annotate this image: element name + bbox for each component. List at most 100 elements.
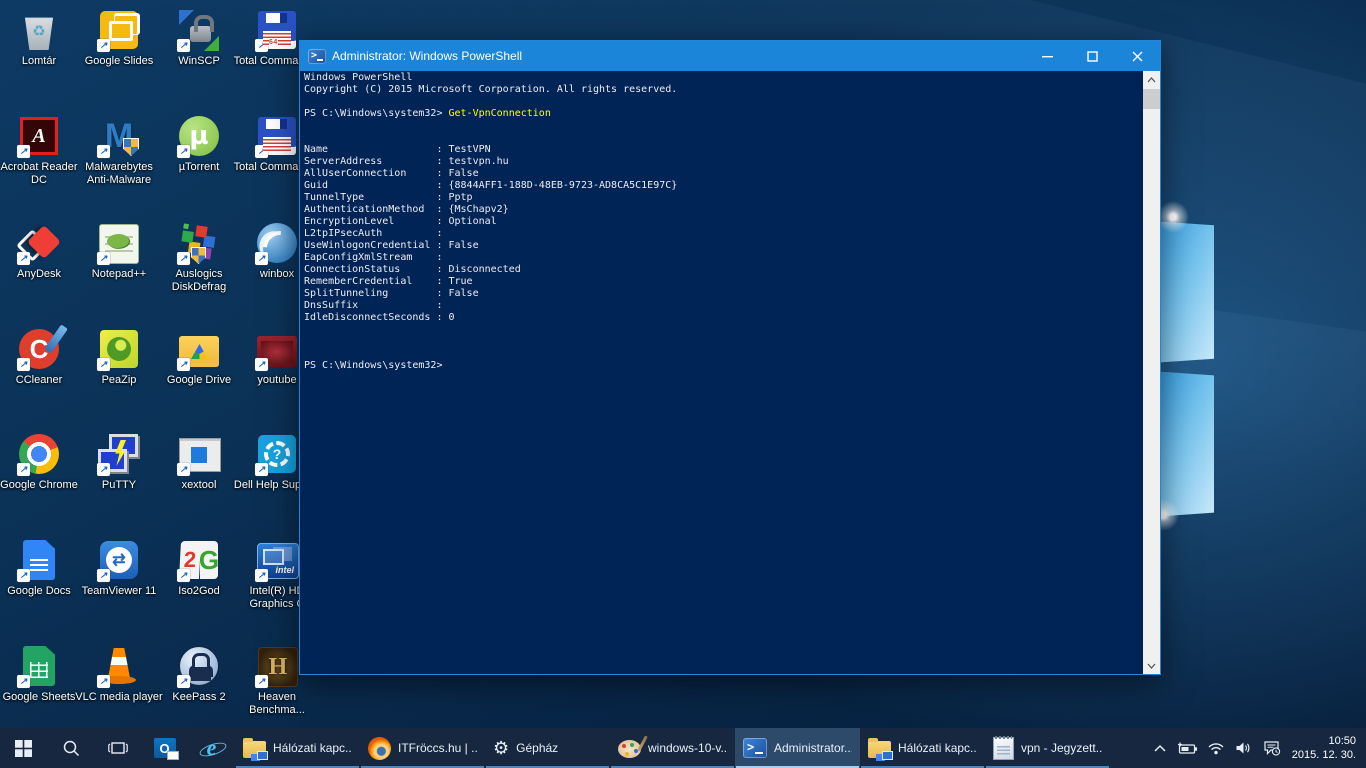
desktop-icon-keepass[interactable]: KeePass 2	[155, 644, 243, 704]
taskbar-item-network-connections-1[interactable]: Hálózati kapc...	[235, 728, 360, 768]
desktop-icon-chrome[interactable]: Google Chrome	[0, 432, 83, 492]
settings-gear-icon	[493, 739, 509, 757]
console-line: ConnectionStatus : Disconnected	[304, 264, 1143, 276]
console-output[interactable]: Windows PowerShell Copyright (C) 2015 Mi…	[300, 71, 1143, 674]
console-prompt-line: PS C:\Windows\system32> Get-VpnConnectio…	[304, 108, 1143, 120]
desktop-icon-label: Auslogics DiskDefrag	[155, 268, 243, 294]
shortcut-arrow-icon	[255, 569, 268, 582]
taskbar-item-network-connections-2[interactable]: Hálózati kapc...	[860, 728, 985, 768]
logo-glint	[1156, 200, 1190, 234]
shortcut-arrow-icon	[177, 39, 190, 52]
desktop-icon-notepadpp[interactable]: Notepad++	[75, 221, 163, 281]
desktop-icon-gslides[interactable]: Google Slides	[75, 8, 163, 68]
tray-volume-icon[interactable]	[1232, 728, 1256, 768]
scrollbar-thumb[interactable]	[1143, 89, 1160, 109]
shortcut-arrow-icon	[97, 252, 110, 265]
tray-action-center-icon[interactable]	[1260, 728, 1284, 768]
notepad-icon	[993, 737, 1014, 760]
desktop-icon-label: Heaven Benchma...	[233, 691, 321, 717]
console-line	[304, 96, 1143, 108]
outlook-pinned-button[interactable]	[141, 728, 188, 768]
desktop-icon-acrobat[interactable]: Acrobat Reader DC	[0, 114, 83, 187]
powershell-icon	[308, 49, 326, 64]
window-titlebar[interactable]: Administrator: Windows PowerShell	[300, 41, 1160, 71]
taskbar-item-firefox[interactable]: ITFröccs.hu | ...	[360, 728, 485, 768]
console-line: DnsSuffix :	[304, 300, 1143, 312]
desktop-icon-teamviewer[interactable]: TeamViewer 11	[75, 538, 163, 598]
desktop-icon-label: VLC media player	[75, 691, 163, 704]
shortcut-arrow-icon	[177, 252, 190, 265]
desktop-icon-label: Google Sheets	[0, 691, 83, 704]
desktop-icon-anydesk[interactable]: AnyDesk	[0, 221, 83, 281]
outlook-icon	[154, 738, 176, 758]
shortcut-arrow-icon	[177, 145, 190, 158]
tray-battery-icon[interactable]	[1176, 728, 1200, 768]
console-line	[304, 120, 1143, 132]
tray-chevron-up-icon[interactable]	[1148, 728, 1172, 768]
desktop-icon-putty[interactable]: PuTTY	[75, 432, 163, 492]
shortcut-arrow-icon	[255, 675, 268, 688]
desktop-icon-label: Lomtár	[0, 55, 83, 68]
desktop-icon-gdocs[interactable]: Google Docs	[0, 538, 83, 598]
scrollbar-up-icon[interactable]	[1143, 71, 1160, 88]
taskbar-item-settings[interactable]: Gépház	[485, 728, 610, 768]
minimize-button[interactable]	[1025, 41, 1070, 71]
start-button[interactable]	[0, 728, 47, 768]
scrollbar-down-icon[interactable]	[1143, 657, 1160, 674]
desktop-icon-gsheets[interactable]: Google Sheets	[0, 644, 83, 704]
shortcut-arrow-icon	[17, 569, 30, 582]
console-scrollbar[interactable]	[1143, 71, 1160, 674]
task-view-button[interactable]	[94, 728, 141, 768]
desktop-icon-ccleaner[interactable]: CCleaner	[0, 327, 83, 387]
desktop-icon-label: µTorrent	[155, 161, 243, 174]
desktop-icon-iso2god[interactable]: Iso2God	[155, 538, 243, 598]
desktop-icon-label: xextool	[155, 479, 243, 492]
shortcut-arrow-icon	[177, 675, 190, 688]
console-prompt: PS C:\Windows\system32>	[304, 108, 449, 119]
powershell-icon	[743, 738, 767, 758]
desktop-icon-gdrive[interactable]: Google Drive	[155, 327, 243, 387]
desktop-icon-auslogics[interactable]: Auslogics DiskDefrag	[155, 221, 243, 294]
desktop-icon-utorrent[interactable]: µTorrent	[155, 114, 243, 174]
desktop-icon-label: Google Chrome	[0, 479, 83, 492]
taskbar-item-powershell[interactable]: Administrator...	[735, 728, 860, 768]
console-line: Name : TestVPN	[304, 144, 1143, 156]
taskbar-item-paint[interactable]: windows-10-v...	[610, 728, 735, 768]
internet-explorer-pinned-button[interactable]	[188, 728, 235, 768]
console-line: EapConfigXmlStream :	[304, 252, 1143, 264]
windows-logo-icon	[15, 740, 32, 757]
tray-wifi-icon[interactable]	[1204, 728, 1228, 768]
taskbar-item-label: Administrator...	[774, 741, 852, 755]
desktop-icon-label: TeamViewer 11	[75, 585, 163, 598]
taskbar: Hálózati kapc... ITFröccs.hu | ... Géphá…	[0, 728, 1366, 768]
console-line: SplitTunneling : False	[304, 288, 1143, 300]
desktop-icon-recycle-bin[interactable]: Lomtár	[0, 8, 83, 68]
taskbar-item-notepad[interactable]: vpn - Jegyzett...	[985, 728, 1110, 768]
taskbar-clock[interactable]: 10:50 2015. 12. 30.	[1286, 728, 1366, 768]
clock-date: 2015. 12. 30.	[1292, 748, 1356, 762]
console-line: RememberCredential : True	[304, 276, 1143, 288]
desktop-screen: Lomtár Acrobat Reader DC AnyDesk CCleane…	[0, 0, 1366, 768]
console-line	[304, 324, 1143, 336]
desktop-icon-peazip[interactable]: PeaZip	[75, 327, 163, 387]
desktop-icon-xextool[interactable]: xextool	[155, 432, 243, 492]
desktop-icon-vlc[interactable]: VLC media player	[75, 644, 163, 704]
taskbar-item-label: windows-10-v...	[648, 741, 727, 755]
search-button[interactable]	[47, 728, 94, 768]
desktop-icon-malwarebytes[interactable]: Malwarebytes Anti-Malware	[75, 114, 163, 187]
folder-network-icon	[868, 741, 891, 758]
taskbar-item-label: vpn - Jegyzett...	[1021, 741, 1102, 755]
console-line	[304, 132, 1143, 144]
close-button[interactable]	[1115, 41, 1160, 71]
desktop-icon-label: Acrobat Reader DC	[0, 161, 83, 187]
maximize-button[interactable]	[1070, 41, 1115, 71]
firefox-icon	[368, 737, 391, 760]
desktop-icon-label: Notepad++	[75, 268, 163, 281]
folder-network-icon	[243, 741, 266, 758]
shortcut-arrow-icon	[255, 463, 268, 476]
desktop-icon-label: PuTTY	[75, 479, 163, 492]
shortcut-arrow-icon	[177, 358, 190, 371]
taskbar-item-label: Hálózati kapc...	[273, 741, 352, 755]
recycle-bin-icon	[17, 8, 61, 52]
desktop-icon-winscp[interactable]: WinSCP	[155, 8, 243, 68]
